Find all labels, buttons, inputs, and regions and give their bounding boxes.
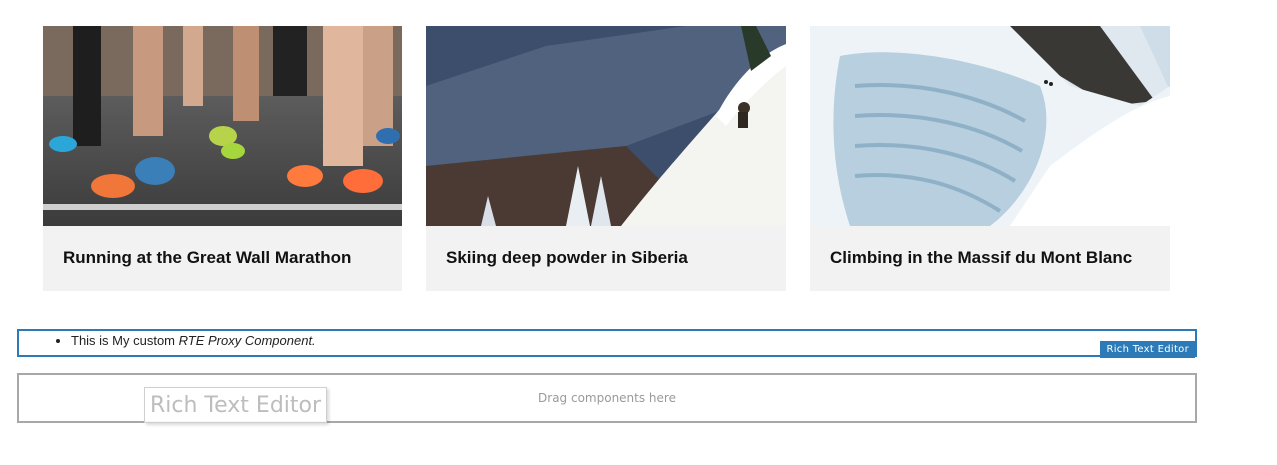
rte-plain-text: This is My custom bbox=[71, 333, 179, 348]
card-image-marathon[interactable] bbox=[43, 26, 402, 226]
card-climbing[interactable]: Climbing in the Massif du Mont Blanc bbox=[810, 26, 1170, 291]
card-image-skiing[interactable] bbox=[426, 26, 786, 226]
rte-italic-text: RTE Proxy Component. bbox=[178, 333, 316, 348]
card-list: Running at the Great Wall Marathon Skiin… bbox=[43, 26, 1170, 291]
card-title[interactable]: Climbing in the Massif du Mont Blanc bbox=[830, 248, 1132, 268]
glacier-photo bbox=[810, 26, 1170, 226]
card-image-climbing[interactable] bbox=[810, 26, 1170, 226]
rich-text-editor-component[interactable]: This is My custom RTE Proxy Component. R… bbox=[17, 329, 1197, 358]
runners-photo bbox=[43, 26, 402, 226]
card-title[interactable]: Skiing deep powder in Siberia bbox=[446, 248, 688, 268]
card-title[interactable]: Running at the Great Wall Marathon bbox=[63, 248, 351, 268]
card-marathon[interactable]: Running at the Great Wall Marathon bbox=[43, 26, 402, 291]
skiing-photo bbox=[426, 26, 786, 226]
rte-content-list[interactable]: This is My custom RTE Proxy Component. bbox=[19, 329, 1195, 353]
rte-list-item[interactable]: This is My custom RTE Proxy Component. bbox=[71, 329, 1195, 353]
card-skiing[interactable]: Skiing deep powder in Siberia bbox=[426, 26, 786, 291]
drag-ghost-component[interactable]: Rich Text Editor bbox=[144, 387, 328, 423]
component-label-badge[interactable]: Rich Text Editor bbox=[1100, 341, 1195, 358]
